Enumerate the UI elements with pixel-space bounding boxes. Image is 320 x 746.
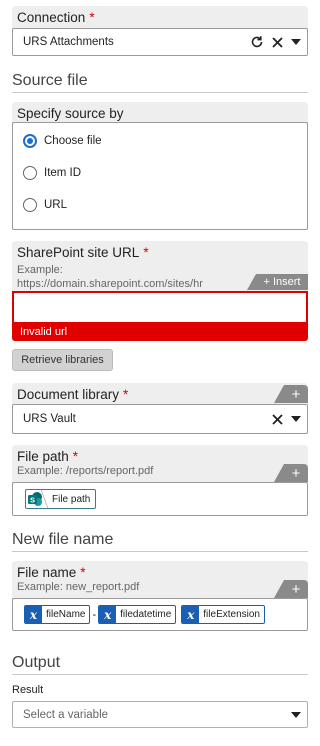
file-name-tokens: x fileName - x filedatetime x fileExtens… [24,605,265,624]
radio-selected-icon[interactable] [23,134,37,148]
connection-select[interactable]: URS Attachments [12,28,308,56]
result-label: Result [12,684,44,696]
add-value-button[interactable]: + [274,385,308,403]
section-new-file-name: New file name [12,531,308,552]
variable-chip-filename[interactable]: x fileName [24,605,91,624]
svg-text:S: S [30,496,35,505]
file-path-input[interactable]: S File path [12,482,308,516]
result-variable-select[interactable]: Select a variable [12,701,308,728]
required-mark: * [80,565,86,580]
document-library-value: URS Vault [23,413,76,425]
radio-item-id[interactable]: Item ID [23,166,81,180]
add-value-button[interactable]: + [274,580,308,598]
site-url-card: SharePoint site URL * Example: https://do… [12,241,308,341]
variable-chip-fileextension[interactable]: x fileExtension [181,605,265,624]
refresh-icon[interactable] [250,35,264,49]
required-mark: * [72,449,79,464]
site-url-label: SharePoint site URL * [17,245,149,260]
required-mark: * [89,10,95,25]
section-source-file: Source file [12,72,308,93]
document-library-label: Document library * [17,387,129,402]
retrieve-libraries-button[interactable]: Retrieve libraries [12,349,113,371]
file-name-input[interactable]: x fileName - x filedatetime x fileExtens… [12,598,308,631]
variable-x-icon: x [99,606,117,623]
radio-url[interactable]: URL [23,198,67,212]
result-placeholder: Select a variable [23,708,109,721]
variable-x-icon: x [182,606,200,623]
connection-label: Connection * [17,10,95,25]
file-path-example: Example: /reports/report.pdf [17,465,154,477]
required-mark: * [143,245,149,260]
file-name-example: Example: new_report.pdf [17,581,140,593]
file-name-card: File name * Example: new_report.pdf + x f… [12,561,308,631]
chevron-down-icon[interactable] [291,416,301,422]
document-library-card: Document library * + URS Vault [12,383,308,434]
site-url-input[interactable] [12,291,308,322]
token-separator: - [92,608,97,621]
insert-button[interactable]: + Insert [247,274,308,290]
variable-x-icon: x [25,606,42,623]
file-path-label: File path * [17,449,79,464]
add-value-button[interactable]: + [274,464,308,482]
specify-source-label: Specify source by [17,106,124,121]
required-mark: * [123,387,129,402]
section-output: Output [12,654,308,675]
plus-icon: + [263,276,270,288]
connection-card: Connection * URS Attachments [12,6,308,56]
specify-source-card: Specify source by Choose file Item ID UR… [12,102,308,230]
radio-choose-file[interactable]: Choose file [23,134,102,148]
clear-icon[interactable] [272,413,283,425]
chevron-down-icon[interactable] [291,39,301,45]
source-options-box: Choose file Item ID URL [12,122,308,230]
radio-icon[interactable] [23,166,37,180]
site-url-error: Invalid url [12,322,308,341]
file-path-chip[interactable]: S File path [25,489,97,509]
clear-icon[interactable] [272,36,283,48]
document-library-select[interactable]: URS Vault [12,404,308,434]
file-name-label: File name * [17,565,86,580]
file-path-card: File path * Example: /reports/report.pdf … [12,445,308,516]
connection-value: URS Attachments [23,36,114,48]
chevron-down-icon[interactable] [291,711,301,718]
radio-icon[interactable] [23,198,37,212]
variable-chip-filedatetime[interactable]: x filedatetime [98,605,177,624]
